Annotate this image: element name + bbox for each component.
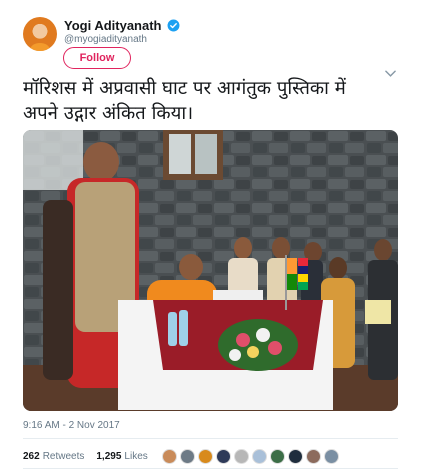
liker-avatar[interactable] [197, 449, 213, 464]
verified-badge-icon [167, 19, 179, 32]
liker-avatar[interactable] [287, 449, 303, 464]
tweet-text-line: मॉरिशस में अप्रवासी घाट पर आगंतुक पुस्ति… [23, 78, 346, 99]
liker-avatar[interactable] [251, 449, 267, 464]
liker-avatar[interactable] [233, 449, 249, 464]
liker-avatars [161, 449, 339, 464]
liker-avatar[interactable] [305, 449, 321, 464]
tweet-photo-illustration [23, 130, 398, 411]
author-name-row: Yogi Adityanath [64, 18, 180, 33]
divider [23, 468, 398, 469]
liker-avatar[interactable] [269, 449, 285, 464]
tweet-photo[interactable] [23, 130, 398, 411]
retweets-stat[interactable]: 262 Retweets [23, 451, 84, 462]
retweets-count: 262 [23, 451, 40, 462]
avatar[interactable] [23, 17, 57, 51]
chevron-down-icon[interactable] [385, 70, 396, 78]
liker-avatar[interactable] [179, 449, 195, 464]
author-display-name[interactable]: Yogi Adityanath [64, 18, 162, 33]
liker-avatar[interactable] [161, 449, 177, 464]
tweet-text: मॉरिशस में अप्रवासी घाट पर आगंतुक पुस्ति… [23, 76, 378, 126]
likes-stat[interactable]: 1,295 Likes [96, 451, 147, 462]
likes-label: Likes [124, 451, 148, 462]
tweet-stats: 262 Retweets 1,295 Likes [23, 449, 339, 464]
tweet-text-line: अपने उद्गार अंकित किया। [23, 103, 194, 124]
retweets-label: Retweets [42, 451, 85, 462]
author-handle[interactable]: @myogiadityanath [64, 34, 147, 45]
liker-avatar[interactable] [215, 449, 231, 464]
likes-count: 1,295 [96, 451, 122, 462]
follow-button[interactable]: Follow [63, 47, 131, 69]
liker-avatar[interactable] [323, 449, 339, 464]
tweet-timestamp[interactable]: 9:16 AM - 2 Nov 2017 [23, 420, 120, 431]
divider [23, 438, 398, 439]
